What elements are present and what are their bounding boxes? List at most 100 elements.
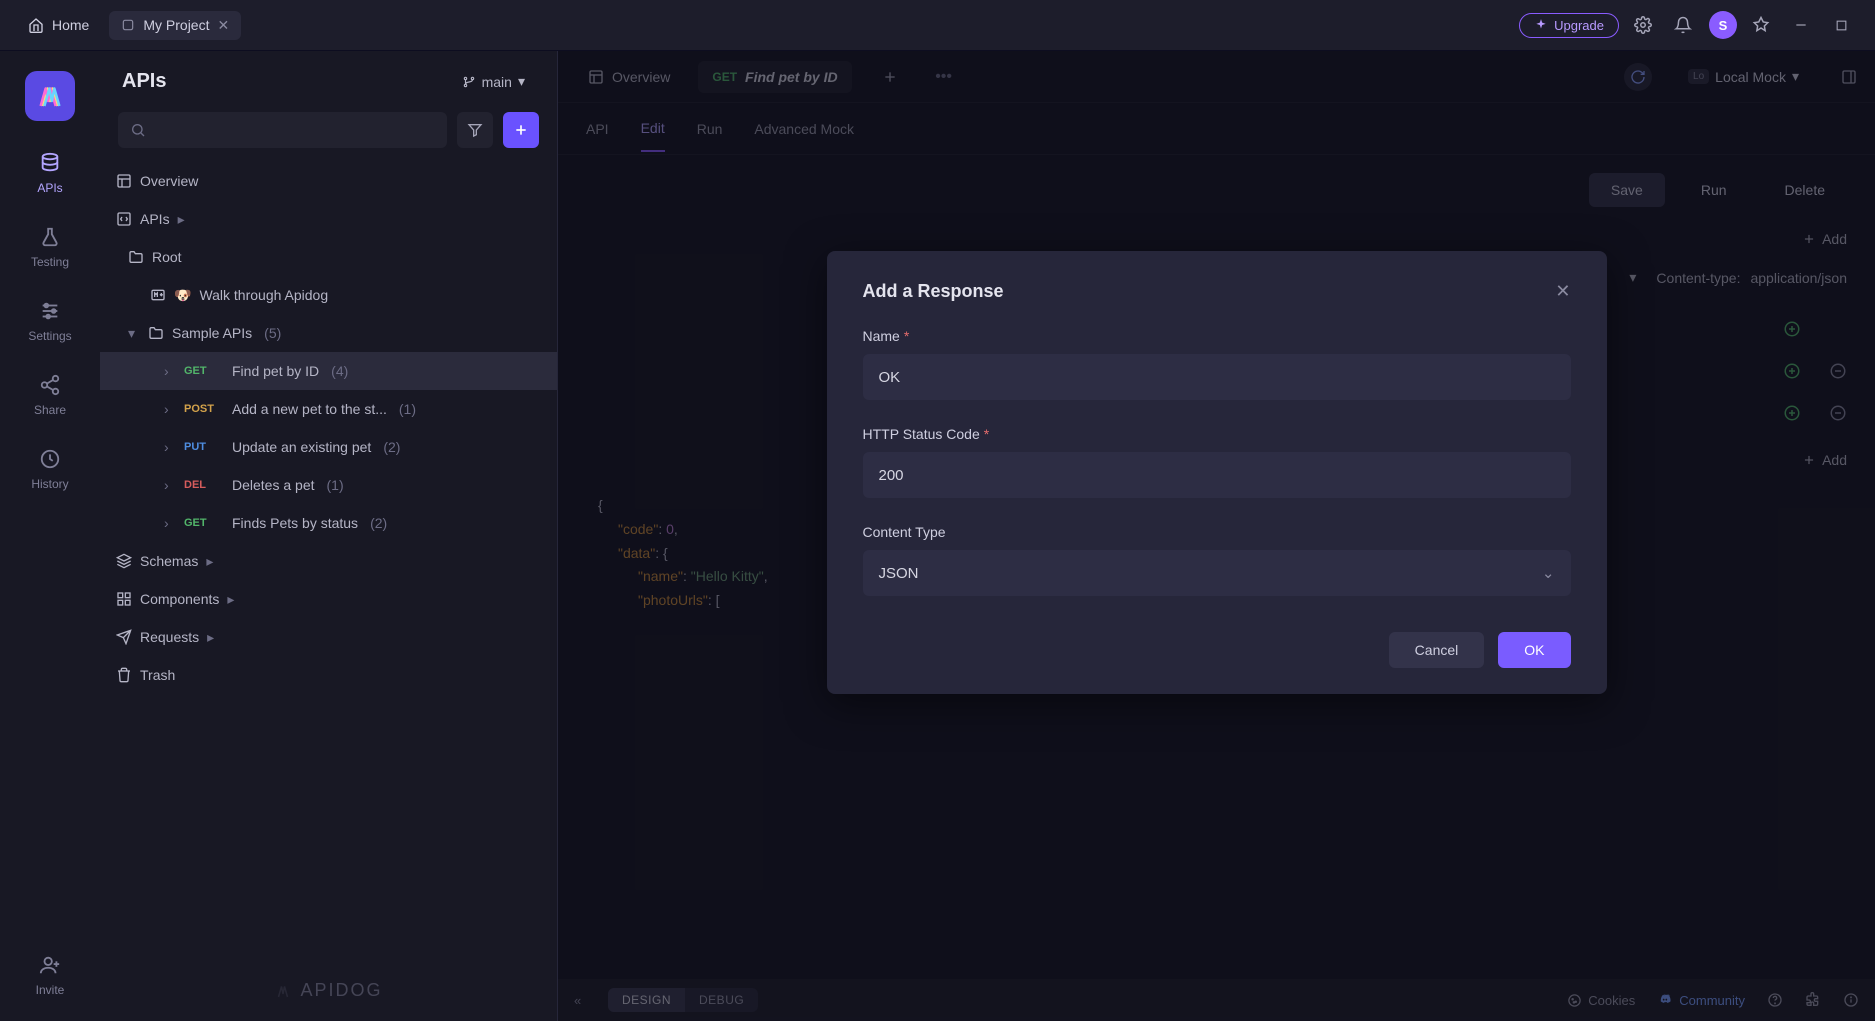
tree-item-count: (2) [370,515,387,531]
upgrade-button[interactable]: Upgrade [1519,13,1619,38]
nav-testing[interactable]: Testing [31,225,69,269]
layout-icon [116,173,132,189]
close-icon[interactable]: ✕ [217,17,229,34]
tree-walkthrough[interactable]: 🐶 Walk through Apidog [100,276,557,314]
ok-button[interactable]: OK [1498,632,1570,668]
chevron-down-icon: ▾ [128,325,140,342]
chevron-right-icon: ▸ [178,211,190,228]
method-badge: DEL [184,479,224,491]
content-type-value: JSON [879,565,919,582]
nav-invite[interactable]: Invite [36,953,65,997]
sidebar-title: APIs [122,70,442,93]
tree-apis-label: APIs [140,211,170,227]
app-logo[interactable] [25,71,75,121]
add-button[interactable] [503,112,539,148]
database-icon [38,151,62,175]
project-tab[interactable]: My Project ✕ [109,11,241,40]
status-value: 200 [879,467,904,484]
home-label: Home [52,17,89,33]
tree-item-count: (1) [399,401,416,417]
filter-icon [467,122,483,138]
cancel-button[interactable]: Cancel [1389,632,1485,668]
project-label: My Project [143,17,209,33]
tree-sample-count: (5) [264,325,281,341]
sparkle-icon [1534,18,1548,32]
nav-settings[interactable]: Settings [28,299,71,343]
name-value: OK [879,369,901,386]
tree-item-1[interactable]: ›POSTAdd a new pet to the st...(1) [100,390,557,428]
name-label: Name* [863,328,1571,344]
tree-sample[interactable]: ▾ Sample APIs (5) [100,314,557,352]
nav-apis[interactable]: APIs [37,151,62,195]
send-icon [116,629,132,645]
tree-item-4[interactable]: ›GETFinds Pets by status(2) [100,504,557,542]
tree-root-label: Root [152,249,182,265]
branch-selector[interactable]: main ▾ [452,69,535,94]
tree-requests[interactable]: Requests▸ [100,618,557,656]
tree-trash[interactable]: Trash [100,656,557,694]
add-response-modal: ✕ Add a Response Name* OK HTTP Status Co… [827,251,1607,694]
watermark-text: APIDOG [300,980,382,1001]
tree-item-3[interactable]: ›DELDeletes a pet(1) [100,466,557,504]
tree-apis[interactable]: APIs ▸ [100,200,557,238]
tree-overview-label: Overview [140,173,198,189]
nav-share[interactable]: Share [34,373,66,417]
trash-icon [116,667,132,683]
gear-icon[interactable] [1627,9,1659,41]
nav-share-label: Share [34,403,66,417]
main: Overview GET Find pet by ID ••• Lo Local… [558,51,1875,1021]
tree-item-0[interactable]: ›GETFind pet by ID(4) [100,352,557,390]
maximize-icon[interactable] [1825,9,1857,41]
tree-item-label: Finds Pets by status [232,515,358,531]
tree-components[interactable]: Components▸ [100,580,557,618]
tree-item-count: (2) [383,439,400,455]
home-tab[interactable]: Home [18,11,99,39]
nav-invite-label: Invite [36,983,65,997]
clock-icon [38,447,62,471]
chevron-right-icon: ▸ [206,553,218,570]
tree-schemas[interactable]: Schemas ▸ [100,542,557,580]
tree-sample-label: Sample APIs [172,325,252,341]
minimize-icon[interactable] [1785,9,1817,41]
method-badge: PUT [184,441,224,453]
folder-icon [148,325,164,341]
tree: Overview APIs ▸ Root 🐶 Walk through Apid… [100,156,557,960]
tree-overview[interactable]: Overview [100,162,557,200]
avatar-letter: S [1719,18,1728,33]
method-badge: POST [184,403,224,415]
bell-icon[interactable] [1667,9,1699,41]
titlebar: Home My Project ✕ Upgrade S [0,0,1875,51]
pin-icon[interactable] [1745,9,1777,41]
tree-root[interactable]: Root [100,238,557,276]
tree-item-2[interactable]: ›PUTUpdate an existing pet(2) [100,428,557,466]
search-icon [130,122,146,138]
layers-icon [116,553,132,569]
left-nav: APIs Testing Settings Share History Invi… [0,51,100,1021]
tree-item-count: (4) [331,363,348,379]
branch-icon [462,75,476,89]
filter-button[interactable] [457,112,493,148]
search-input[interactable] [118,112,447,148]
tree-components-label: Components [140,591,219,607]
avatar[interactable]: S [1709,11,1737,39]
folder-icon [128,249,144,265]
close-icon[interactable]: ✕ [1555,281,1570,302]
markdown-icon [150,287,166,303]
nav-history[interactable]: History [31,447,68,491]
grid-icon [116,591,132,607]
chevron-right-icon: › [164,363,176,379]
name-input[interactable]: OK [863,354,1571,400]
upgrade-label: Upgrade [1554,18,1604,33]
sliders-icon [38,299,62,323]
chevron-right-icon: › [164,439,176,455]
content-type-select[interactable]: JSON⌄ [863,550,1571,596]
tree-schemas-label: Schemas [140,553,198,569]
nav-apis-label: APIs [37,181,62,195]
modal-title: Add a Response [863,281,1571,302]
tree-item-count: (1) [327,477,344,493]
status-input[interactable]: 200 [863,452,1571,498]
method-badge: GET [184,517,224,529]
sidebar: APIs main ▾ Overview APIs ▸ [100,51,558,1021]
tree-item-label: Find pet by ID [232,363,319,379]
status-label: HTTP Status Code* [863,426,1571,442]
